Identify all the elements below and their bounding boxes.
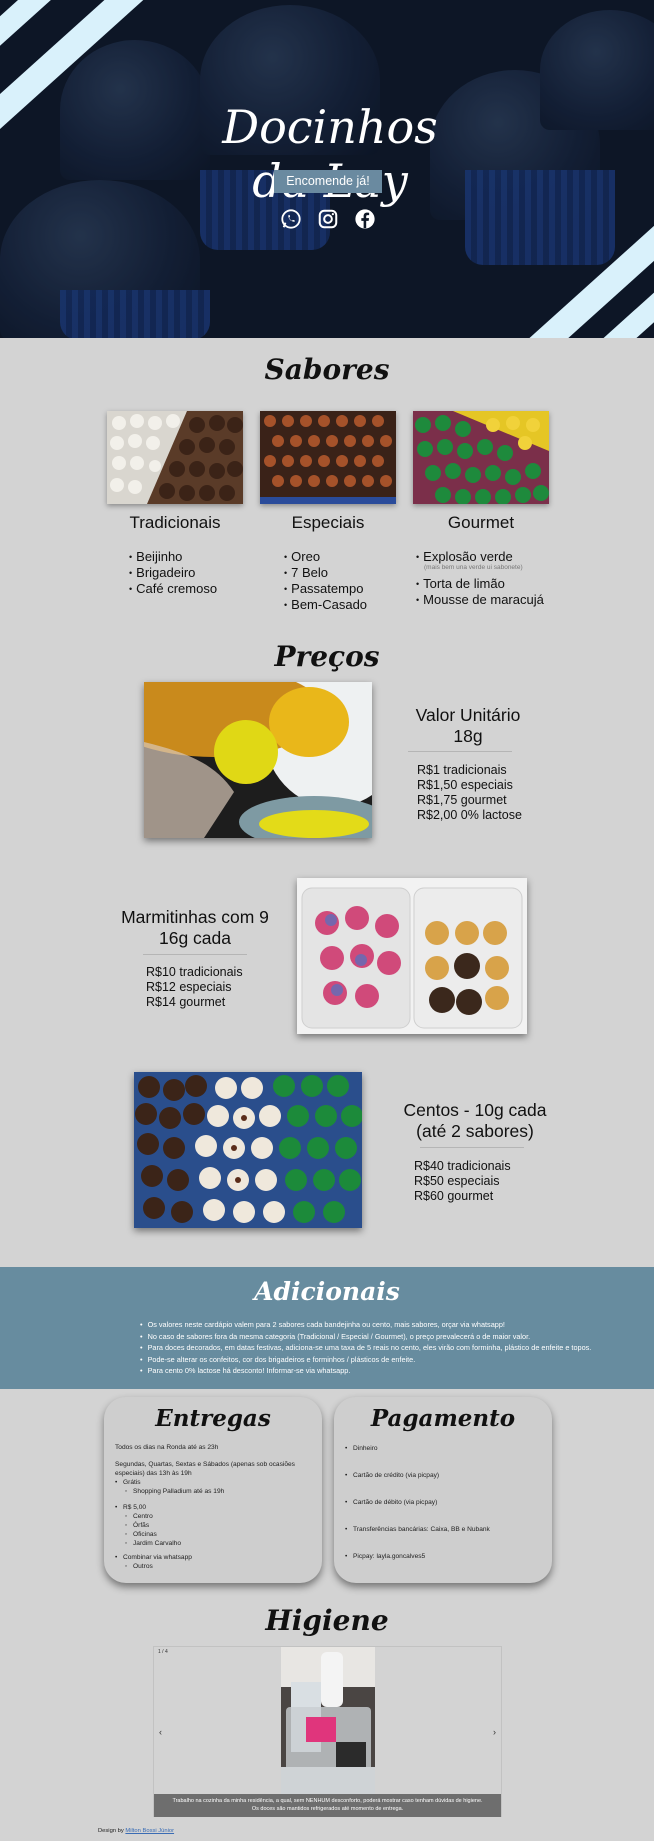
divider [143, 954, 247, 955]
delivery-area: Centro [125, 1513, 153, 1522]
author-link[interactable]: Milton Bossi Júnior [125, 1828, 174, 1834]
delivery-line: Segundas, Quartas, Sextas e Sábados (ape… [115, 1461, 295, 1477]
list-item: Para doces decorados, em datas festivas,… [140, 1342, 592, 1354]
caption-line: Trabalho na cozinha da minha residência,… [172, 1798, 483, 1804]
price-line: R$60 gourmet [414, 1189, 494, 1203]
payment-card: Pagamento Dinheiro Cartão de crédito (vi… [334, 1397, 552, 1583]
list-item: Torta de limão [416, 576, 544, 592]
delivery-title: Entregas [155, 1405, 271, 1432]
price-line: R$2,00 0% lactose [417, 808, 522, 822]
payment-item: Cartão de crédito (via picpay) [345, 1472, 439, 1481]
flavor-title-gourmet: Gourmet [447, 513, 515, 532]
flavor-list-tradicionais: Beijinho Brigadeiro Café cremoso [129, 549, 217, 597]
delivery-line: Todos os dias na Ronda até as 23h [115, 1444, 219, 1451]
payment-item: Picpay: layla.goncalves5 [345, 1553, 425, 1562]
price-block-title-unit: Valor Unitário 18g [415, 705, 521, 746]
footer-prefix: Design by [98, 1828, 124, 1834]
hero-banner: Docinhos da Lay Encomende já! [0, 0, 654, 338]
slide-caption: Trabalho na cozinha da minha residência,… [154, 1794, 501, 1817]
delivery-group: R$ 5,00 [115, 1504, 146, 1513]
price-line: R$1,75 gourmet [417, 793, 507, 807]
flavor-image-tradicionais [107, 411, 243, 504]
instagram-icon[interactable] [317, 208, 339, 230]
flavor-image-gourmet [413, 411, 549, 504]
extras-list: Os valores neste cardápio valem para 2 s… [140, 1319, 592, 1377]
flavors-title: Sabores [264, 353, 390, 386]
prev-slide-arrow[interactable]: ‹ [159, 1727, 162, 1737]
prices-title: Preços [274, 640, 380, 673]
price-line: R$12 especiais [146, 980, 232, 994]
list-item: Brigadeiro [129, 565, 217, 581]
delivery-card: Entregas Todos os dias na Ronda até as 2… [104, 1397, 322, 1583]
flavor-list-especiais: Oreo 7 Belo Passatempo Bem-Casado [284, 549, 367, 613]
footer-credit: Design by Milton Bossi Júnior [98, 1828, 174, 1834]
caption-line: Os doces são mantidos refrigerados até m… [251, 1805, 404, 1812]
price-line: R$1,50 especiais [417, 778, 513, 792]
flavor-title-tradicionais: Tradicionais [129, 513, 221, 532]
extras-section: Adicionais Os valores neste cardápio val… [0, 1267, 654, 1389]
divider [420, 1147, 524, 1148]
list-item: Para cento 0% lactose há desconto! Infor… [140, 1365, 591, 1377]
list-item: Beijinho [129, 549, 217, 565]
order-button[interactable]: Encomende já! [274, 170, 382, 193]
price-block-title-marmitinhas: Marmitinhas com 9 16g cada [121, 907, 269, 948]
hygiene-carousel[interactable]: 1 / 4 ‹ › Trabalho na cozinha da minha r… [153, 1646, 502, 1817]
delivery-group: Grátis [115, 1479, 140, 1488]
price-image-unit [144, 682, 372, 838]
price-line: R$1 tradicionais [417, 763, 507, 777]
next-slide-arrow[interactable]: › [493, 1727, 496, 1737]
delivery-area: Outros [125, 1563, 153, 1572]
extras-title: Adicionais [254, 1277, 400, 1306]
list-item: Café cremoso [129, 581, 217, 597]
payment-item: Dinheiro [345, 1445, 377, 1454]
list-item: No caso de sabores fora da mesma categor… [140, 1331, 591, 1343]
hygiene-title: Higiene [265, 1604, 389, 1637]
list-item: 7 Belo [284, 565, 367, 581]
list-item: Pode-se alterar os confeitos, cor dos br… [140, 1354, 591, 1366]
flavor-note: (mais bem una verde ui sabonete) [424, 564, 523, 571]
list-item: Explosão verde [416, 549, 513, 565]
price-line: R$10 tradicionais [146, 965, 243, 979]
divider [408, 751, 512, 752]
delivery-area: Jardim Carvalho [125, 1540, 181, 1549]
flavor-list-gourmet-more: Torta de limão Mousse de maracujá [416, 576, 544, 608]
delivery-group: Combinar via whatsapp [115, 1554, 192, 1563]
list-item: Bem-Casado [284, 597, 367, 613]
delivery-area: Shopping Palladium até as 19h [125, 1488, 224, 1497]
price-image-marmitinhas [297, 878, 527, 1034]
list-item: Oreo [284, 549, 367, 565]
price-line: R$50 especiais [414, 1174, 500, 1188]
payment-title: Pagamento [370, 1405, 516, 1432]
price-line: R$14 gourmet [146, 995, 226, 1009]
flavor-list-gourmet: Explosão verde [416, 549, 513, 565]
payment-item: Cartão de débito (via picpay) [345, 1499, 437, 1508]
kitchen-photo [281, 1647, 375, 1794]
price-image-centos [134, 1072, 362, 1228]
list-item: Mousse de maracujá [416, 592, 544, 608]
list-item: Os valores neste cardápio valem para 2 s… [140, 1319, 591, 1331]
list-item: Passatempo [284, 581, 367, 597]
price-block-title-centos: Centos - 10g cada (até 2 sabores) [403, 1100, 547, 1141]
delivery-area: Oficinas [125, 1531, 157, 1540]
facebook-icon[interactable] [354, 208, 376, 230]
flavor-title-especiais: Especiais [291, 513, 365, 532]
delivery-area: Órfãs [125, 1522, 149, 1531]
slide-counter: 1 / 4 [158, 1649, 168, 1655]
flavor-image-especiais [260, 411, 396, 504]
whatsapp-icon[interactable] [280, 208, 302, 230]
payment-item: Transferências bancárias: Caixa, BB e Nu… [345, 1526, 490, 1535]
price-line: R$40 tradicionais [414, 1159, 511, 1173]
